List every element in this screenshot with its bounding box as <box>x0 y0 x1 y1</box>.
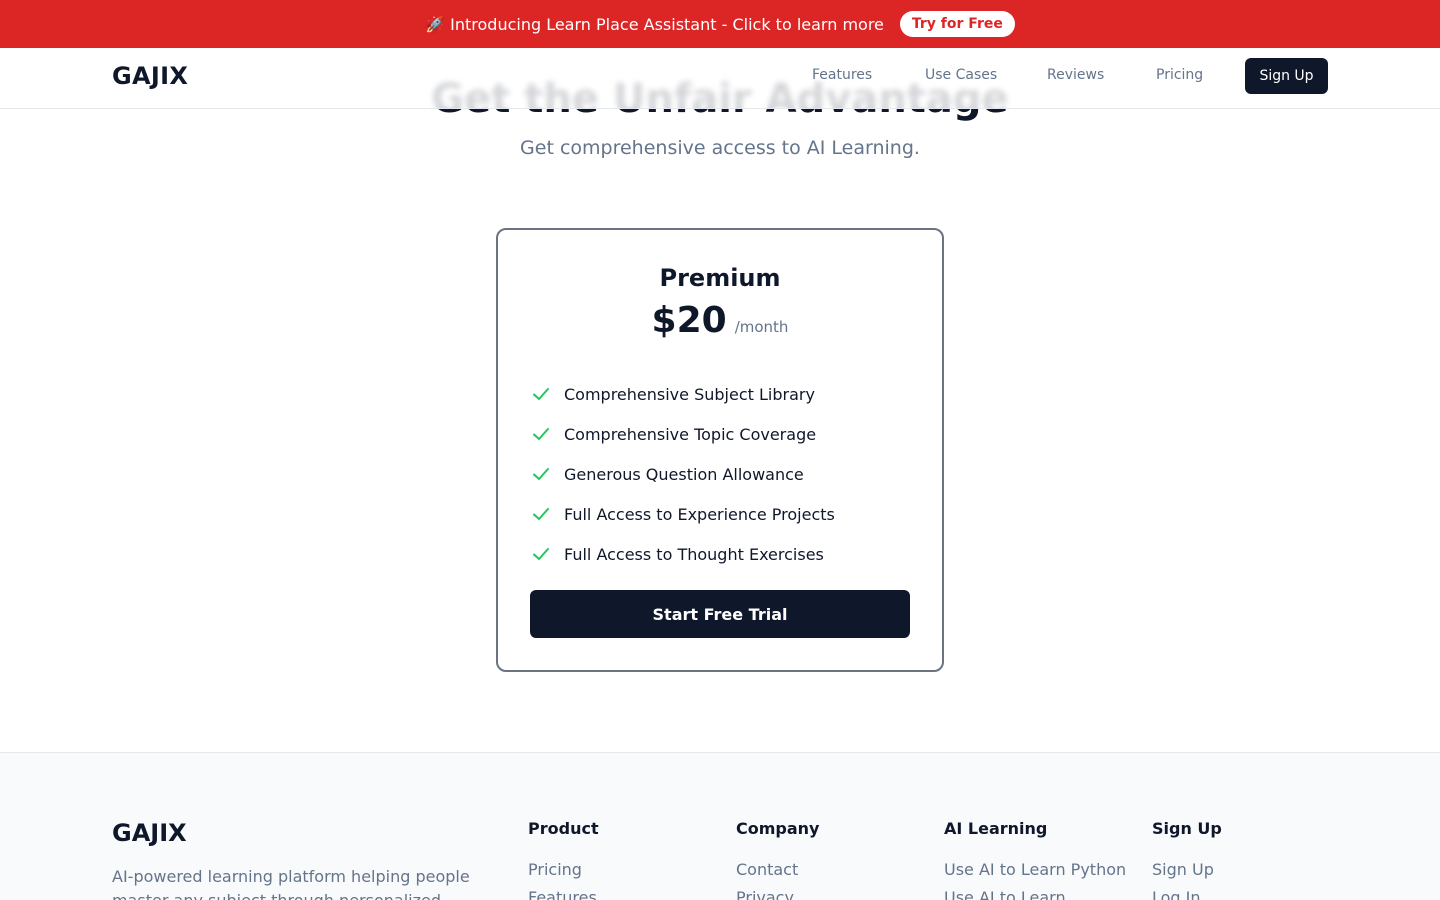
pricing-card-premium: Premium $20 /month Comprehensive Subject… <box>496 228 944 672</box>
plan-period: /month <box>734 318 789 336</box>
start-free-trial-button[interactable]: Start Free Trial <box>530 590 910 638</box>
site-logo[interactable]: GAJIX <box>112 62 188 90</box>
footer-link-contact[interactable]: Contact <box>736 856 819 884</box>
footer-link-signup[interactable]: Sign Up <box>1152 856 1222 884</box>
feature-list: Comprehensive Subject Library Comprehens… <box>532 374 835 574</box>
nav-link-use-cases[interactable]: Use Cases <box>925 67 997 83</box>
nav-link-reviews[interactable]: Reviews <box>1047 67 1104 83</box>
feature-item: Comprehensive Topic Coverage <box>532 414 835 454</box>
check-icon <box>532 425 550 443</box>
plan-price: $20 <box>651 300 727 341</box>
footer-column-company: Company Contact Privacy <box>736 819 819 900</box>
site-footer: GAJIX AI-powered learning platform helpi… <box>0 752 1440 900</box>
plan-name: Premium <box>659 264 781 292</box>
try-for-free-button[interactable]: Try for Free <box>899 11 1015 37</box>
footer-column-ai-learning: AI Learning Use AI to Learn Python Use A… <box>944 819 1126 900</box>
check-icon <box>532 465 550 483</box>
footer-column-title: Sign Up <box>1152 819 1222 838</box>
nav-link-pricing[interactable]: Pricing <box>1156 67 1203 83</box>
footer-column-product: Product Pricing Features <box>528 819 599 900</box>
check-icon <box>532 545 550 563</box>
top-navigation: GAJIX Features Use Cases Reviews Pricing… <box>0 48 1440 109</box>
feature-label: Full Access to Experience Projects <box>564 504 835 524</box>
nav-signup-button[interactable]: Sign Up <box>1245 58 1328 94</box>
check-icon <box>532 385 550 403</box>
feature-label: Full Access to Thought Exercises <box>564 544 824 564</box>
feature-label: Comprehensive Subject Library <box>564 384 815 404</box>
nav-link-features[interactable]: Features <box>812 67 872 83</box>
footer-link-privacy[interactable]: Privacy <box>736 884 819 900</box>
feature-label: Generous Question Allowance <box>564 464 804 484</box>
footer-link-pricing[interactable]: Pricing <box>528 856 599 884</box>
footer-logo[interactable]: GAJIX <box>112 819 187 847</box>
pricing-subheading: Get comprehensive access to AI Learning. <box>520 137 920 159</box>
footer-link-features[interactable]: Features <box>528 884 599 900</box>
footer-link-login[interactable]: Log In <box>1152 884 1222 900</box>
check-icon <box>532 505 550 523</box>
footer-column-title: Company <box>736 819 820 838</box>
footer-column-title: Product <box>528 819 599 838</box>
price-row: $20 /month <box>498 300 942 341</box>
feature-label: Comprehensive Topic Coverage <box>564 424 817 444</box>
feature-item: Comprehensive Subject Library <box>532 374 835 414</box>
feature-item: Full Access to Experience Projects <box>532 494 835 534</box>
footer-column-signup: Sign Up Sign Up Log In <box>1152 819 1222 900</box>
footer-column-title: AI Learning <box>944 819 1048 838</box>
feature-item: Full Access to Thought Exercises <box>532 534 835 574</box>
banner-text[interactable]: 🚀 Introducing Learn Place Assistant - Cl… <box>425 15 884 34</box>
announcement-banner: 🚀 Introducing Learn Place Assistant - Cl… <box>0 0 1440 48</box>
footer-link-learn-python[interactable]: Use AI to Learn Python <box>944 856 1126 884</box>
footer-description: AI-powered learning platform helping peo… <box>112 867 470 900</box>
footer-link-learn[interactable]: Use AI to Learn <box>944 884 1126 900</box>
feature-item: Generous Question Allowance <box>532 454 835 494</box>
